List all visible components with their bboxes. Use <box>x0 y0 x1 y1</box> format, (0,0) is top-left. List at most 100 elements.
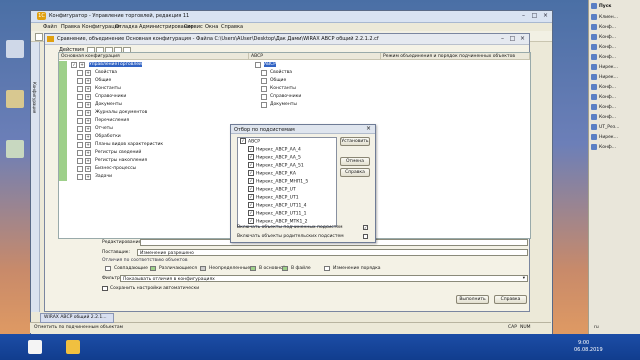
tree-row[interactable]: ✓ + УправлениеТорговлей АВСР <box>59 61 530 69</box>
row-checkbox[interactable] <box>77 94 83 100</box>
expand-icon[interactable]: + <box>85 158 91 164</box>
task-item[interactable]: Конф... <box>591 113 639 122</box>
subsystem-checkbox[interactable]: ✓ <box>240 138 246 144</box>
row-checkbox[interactable] <box>77 158 83 164</box>
expand-icon[interactable]: + <box>85 134 91 140</box>
task-item[interactable]: Конф... <box>591 93 639 102</box>
row-checkbox[interactable] <box>77 86 83 92</box>
menu-help[interactable]: Справка <box>221 24 243 30</box>
row-checkbox[interactable] <box>77 118 83 124</box>
expand-icon[interactable]: + <box>85 126 91 132</box>
filter-close-icon[interactable]: × <box>366 125 371 132</box>
subsystem-checkbox[interactable]: ✓ <box>248 218 254 224</box>
cancel-button[interactable]: Отмена <box>340 157 370 166</box>
row-checkbox[interactable] <box>77 78 83 84</box>
row-checkbox-file[interactable] <box>255 62 261 68</box>
row-checkbox[interactable] <box>77 166 83 172</box>
task-item[interactable]: Конф... <box>591 143 639 152</box>
subsystem-item[interactable]: ✓ Нирекс_АВСР_UT11_4 <box>248 202 307 210</box>
col-header-main[interactable]: Основная конфигурация <box>59 53 249 60</box>
task-item[interactable]: Клиен... <box>591 13 639 22</box>
chevron-down-icon[interactable]: ▾ <box>523 276 525 281</box>
task-item[interactable]: Нирек... <box>591 133 639 142</box>
row-checkbox[interactable] <box>77 102 83 108</box>
row-checkbox[interactable] <box>77 142 83 148</box>
task-item[interactable]: Нирек... <box>591 63 639 72</box>
expand-icon[interactable]: + <box>85 174 91 180</box>
subsystem-item[interactable]: ✓ Нирекс_АВСР_UT <box>248 186 296 194</box>
subsystem-item[interactable]: ✓ Нирекс_АВСР_UT1 <box>248 194 299 202</box>
minimize-icon[interactable]: – <box>518 12 529 20</box>
tree-row[interactable]: + Константы Константы <box>59 85 530 93</box>
subsystem-item[interactable]: ✓ Нирекс_АВСР_АА_4 <box>248 146 301 154</box>
subsystem-checkbox[interactable]: ✓ <box>248 154 254 160</box>
task-item[interactable]: Конф... <box>591 53 639 62</box>
expand-icon[interactable]: + <box>85 70 91 76</box>
task-item[interactable]: Конф... <box>591 83 639 92</box>
expand-icon[interactable]: + <box>85 142 91 148</box>
expand-icon[interactable]: + <box>85 102 91 108</box>
col-header-file[interactable]: АВСР <box>249 53 381 60</box>
subsystem-checkbox[interactable]: ✓ <box>248 194 254 200</box>
subsystem-checkbox[interactable]: ✓ <box>248 170 254 176</box>
start-button[interactable]: Пуск <box>591 2 639 11</box>
row-checkbox[interactable] <box>77 70 83 76</box>
tree-row[interactable]: + Свойства Свойства <box>59 69 530 77</box>
app-icon-1c[interactable] <box>66 340 80 354</box>
task-item[interactable]: Нирек... <box>591 73 639 82</box>
subsystem-checkbox[interactable]: ✓ <box>248 210 254 216</box>
row-checkbox-file[interactable] <box>261 86 267 92</box>
menu-windows[interactable]: Окна <box>205 24 218 30</box>
expand-icon[interactable]: + <box>85 86 91 92</box>
row-checkbox-file[interactable] <box>261 94 267 100</box>
subsystem-item[interactable]: ✓ Нирекс_АВСР_АА_51 <box>248 162 304 170</box>
task-item[interactable]: UT_Рез... <box>591 123 639 132</box>
expand-icon[interactable]: + <box>85 110 91 116</box>
subsystem-checkbox[interactable]: ✓ <box>248 178 254 184</box>
save-settings-checkbox[interactable] <box>102 286 108 291</box>
desktop-icon[interactable] <box>6 40 24 58</box>
window-tab[interactable]: WIRAX АВСР общий 2.2.1... <box>40 313 114 323</box>
subsystem-item[interactable]: ✓ Нирекс_АВСР_МНП1_5 <box>248 178 308 186</box>
supplier-field[interactable]: Изменение разрешено <box>137 249 528 256</box>
row-checkbox-file[interactable] <box>261 102 267 108</box>
row-checkbox[interactable] <box>77 126 83 132</box>
row-checkbox-file[interactable] <box>261 70 267 76</box>
tree-row[interactable]: + Общие Общие <box>59 77 530 85</box>
run-button[interactable]: Выполнить <box>456 295 489 304</box>
tree-row[interactable]: + Справочники Справочники <box>59 93 530 101</box>
row-checkbox-file[interactable] <box>261 78 267 84</box>
subsystem-item[interactable]: ✓ Нирекс_АВСР_КА <box>248 170 296 178</box>
subsystem-item[interactable]: ✓ Нирекс_АВСР_UT11_1 <box>248 210 307 218</box>
row-checkbox[interactable] <box>77 150 83 156</box>
row-checkbox[interactable]: ✓ <box>71 62 77 68</box>
subsystem-checkbox[interactable]: ✓ <box>248 162 254 168</box>
expand-icon[interactable]: + <box>85 150 91 156</box>
set-button[interactable]: Установить <box>340 137 370 146</box>
filter-help-button[interactable]: Справка <box>340 168 370 177</box>
maximize-icon[interactable]: □ <box>529 12 540 20</box>
menu-edit[interactable]: Правка <box>61 24 80 30</box>
app-icon-tec[interactable] <box>28 340 42 354</box>
tree-row[interactable]: + Документы Документы <box>59 101 530 109</box>
desktop-icon[interactable] <box>6 140 24 158</box>
expand-icon[interactable]: + <box>85 166 91 172</box>
subsystem-item[interactable]: ✓ Нирекс_АВСР_АА_5 <box>248 154 301 162</box>
expand-icon[interactable]: + <box>79 62 85 68</box>
subsystem-checkbox[interactable]: ✓ <box>248 202 254 208</box>
opt-parents-checkbox[interactable] <box>363 234 368 239</box>
row-checkbox[interactable] <box>77 110 83 116</box>
task-item[interactable]: Конф... <box>591 23 639 32</box>
desktop-icon[interactable] <box>6 90 24 108</box>
menu-file[interactable]: Файл <box>43 24 57 30</box>
subsystem-checkbox[interactable]: ✓ <box>248 186 254 192</box>
expand-icon[interactable]: + <box>85 78 91 84</box>
expand-icon[interactable]: + <box>85 118 91 124</box>
opt-children-checkbox[interactable]: ✓ <box>363 225 368 230</box>
compare-help-button[interactable]: Справка <box>494 295 527 304</box>
filter-select[interactable]: Показывать отличия в конфигурациях ▾ <box>120 275 528 282</box>
expand-icon[interactable]: + <box>85 94 91 100</box>
tree-row[interactable]: + Журналы документов <box>59 109 530 117</box>
menu-service[interactable]: Сервис <box>184 24 203 30</box>
close-icon[interactable]: × <box>540 12 551 20</box>
